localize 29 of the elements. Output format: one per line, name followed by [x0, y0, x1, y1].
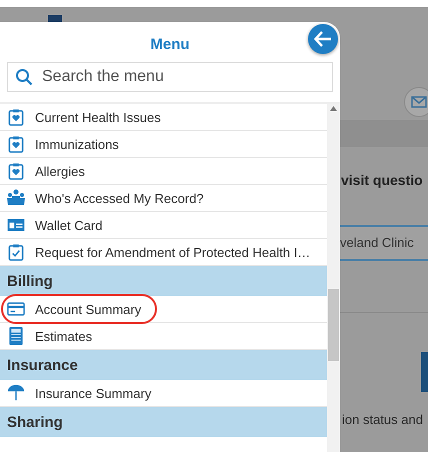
menu-item[interactable]: Current Health Issues — [0, 104, 327, 131]
section-header: Insurance — [0, 350, 327, 380]
message-button[interactable] — [404, 87, 428, 117]
back-button[interactable] — [308, 24, 338, 54]
people-icon — [7, 189, 25, 207]
logo-mark-icon — [421, 352, 428, 392]
section-header: Billing — [0, 266, 327, 296]
umbrella-icon — [7, 384, 25, 402]
scroll-up-icon[interactable] — [330, 106, 337, 111]
scrollbar[interactable] — [327, 104, 340, 452]
section-header: Sharing — [0, 407, 327, 437]
menu-item[interactable]: Allergies — [0, 158, 327, 185]
calculator-icon — [7, 327, 25, 345]
text-field[interactable]: veland Clinic — [340, 225, 428, 261]
envelope-icon — [411, 96, 427, 108]
back-arrow-icon — [314, 31, 332, 47]
menu-item[interactable]: Wallet Card — [0, 212, 327, 239]
scrollbar-thumb[interactable] — [328, 289, 339, 361]
section-heading: visit questio — [341, 172, 423, 188]
menu-item[interactable]: Account Summary — [0, 296, 327, 323]
body-text: ion status and — [342, 412, 423, 427]
menu-title: Menu — [150, 36, 190, 53]
search-field[interactable]: Search the menu — [7, 62, 333, 92]
credit-card-icon — [7, 302, 25, 316]
id-card-icon — [7, 219, 25, 231]
search-icon — [15, 68, 33, 86]
clipboard-check-icon — [7, 244, 25, 260]
menu-item[interactable]: Who's Accessed My Record? — [0, 185, 327, 212]
menu-item[interactable]: Immunizations — [0, 131, 327, 158]
